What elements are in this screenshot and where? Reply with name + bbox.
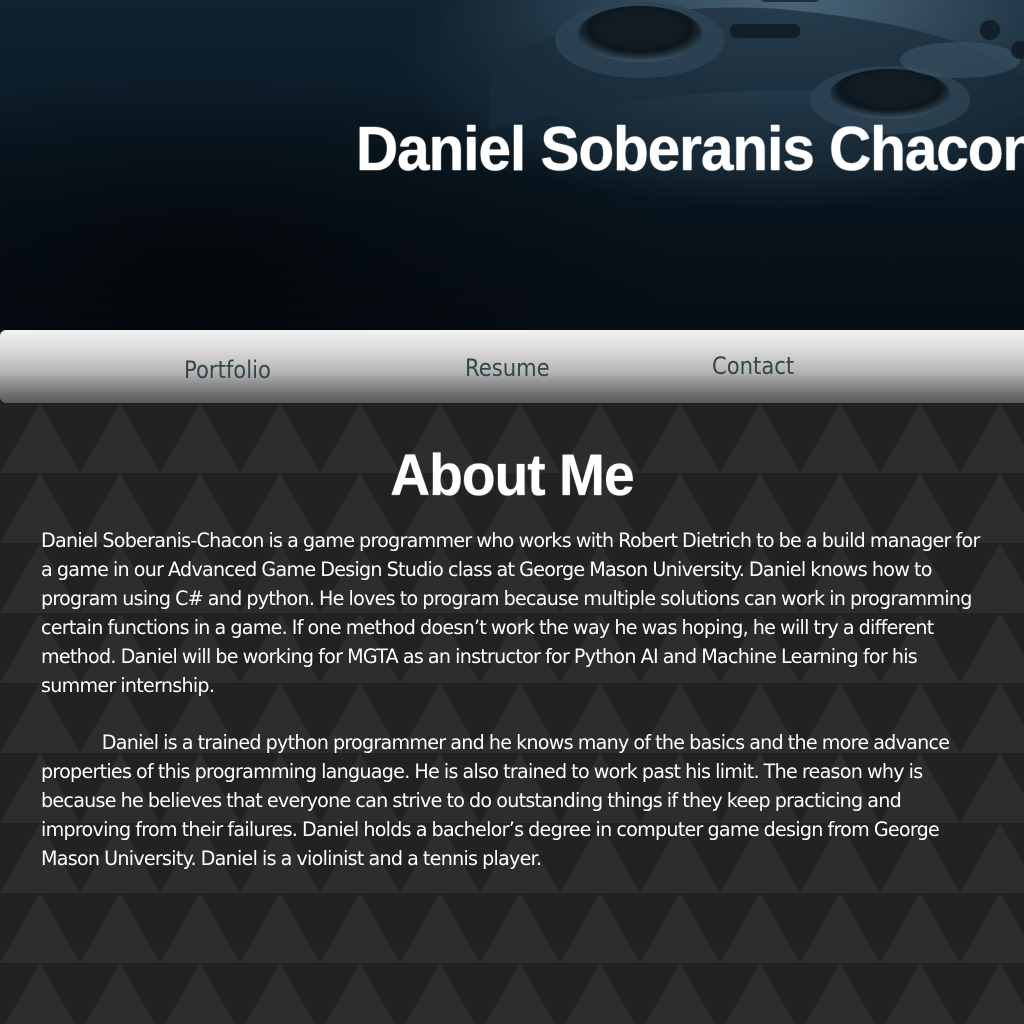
nav-link-portfolio[interactable]: Portfolio	[184, 354, 271, 386]
main-navigation: Portfolio Resume Contact	[0, 330, 1024, 403]
about-section: About Me Daniel Soberanis-Chacon is a ga…	[0, 403, 1024, 1024]
bio-paragraph-2: Daniel is a trained python programmer an…	[41, 731, 950, 870]
site-header: Daniel Soberanis Chacon	[0, 0, 1024, 332]
about-heading: About Me	[390, 443, 634, 508]
bio-paragraph-1: Daniel Soberanis-Chacon is a game progra…	[41, 529, 980, 697]
site-title: Daniel Soberanis Chacon	[356, 115, 1024, 184]
nav-link-resume[interactable]: Resume	[465, 352, 550, 384]
nav-link-contact[interactable]: Contact	[712, 350, 794, 382]
